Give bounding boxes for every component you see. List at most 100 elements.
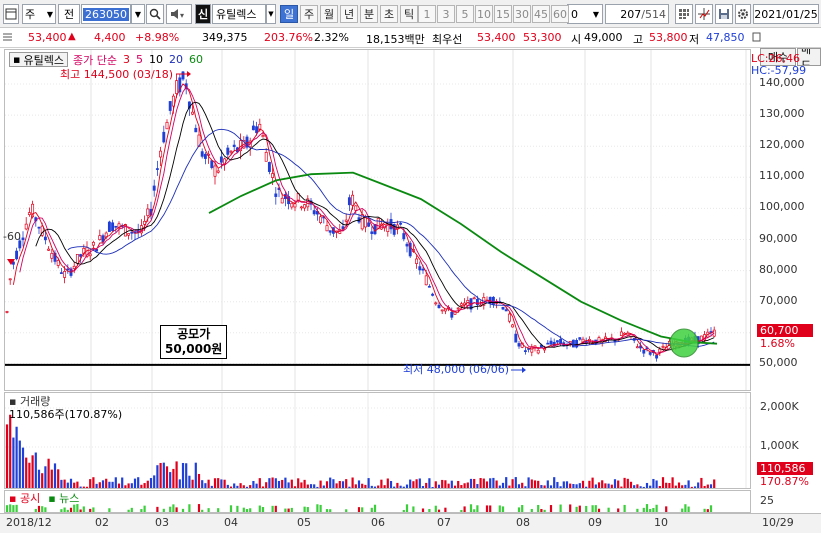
candle-body-173 — [559, 338, 563, 345]
volume-bar-124 — [402, 486, 405, 488]
volume-bar-80 — [261, 486, 265, 488]
volume-bar-43 — [143, 483, 146, 488]
volume-bar-115 — [373, 486, 377, 488]
stock-name-dropdown[interactable]: ▼ — [266, 4, 276, 24]
volume-bar-123 — [399, 485, 402, 488]
volume-bar-132 — [428, 478, 431, 488]
interval-button-5[interactable]: 30 — [513, 5, 531, 23]
candle-body-78 — [255, 126, 259, 134]
market-select[interactable]: 주 ▼ — [22, 4, 56, 24]
candle-body-21 — [72, 265, 76, 269]
price-chart-panel[interactable] — [4, 49, 751, 391]
volume-bar-99 — [322, 485, 325, 488]
interval-button-3[interactable]: 10 — [475, 5, 493, 23]
ma-legend-item-2[interactable]: 10 — [149, 53, 163, 66]
volume: 349,375 — [202, 31, 248, 44]
volume-bar-15 — [53, 463, 57, 488]
volume-bar-90 — [293, 486, 297, 488]
low-note: 최저 48,000 (06/06) — [403, 363, 510, 376]
disclosure-mark-200 — [645, 504, 649, 512]
volume-bar-50 — [165, 466, 169, 488]
x-axis-label-7: 08 — [516, 516, 530, 529]
left-edge-label: -60 — [3, 230, 21, 243]
volume-bar-154 — [498, 485, 501, 488]
period-button-5[interactable]: 초 — [380, 5, 398, 23]
volume-bar-122 — [396, 482, 399, 488]
highlight-circle — [669, 328, 699, 358]
candle-body-199 — [642, 349, 646, 354]
price-tick-0: 140,000 — [759, 76, 805, 89]
candle-body-100 — [325, 225, 329, 232]
ma-legend-item-3[interactable]: 20 — [169, 53, 183, 66]
ma-legend-item-4[interactable]: 60 — [189, 53, 203, 66]
candle-body-160 — [517, 343, 521, 347]
speaker-icon[interactable]: ▾ — [166, 4, 192, 24]
period-button-6[interactable]: 틱 — [400, 5, 418, 23]
volume-bar-167 — [540, 485, 543, 488]
interval-button-7[interactable]: 60 — [551, 5, 569, 23]
candle-body-55 — [181, 71, 185, 80]
interval-button-6[interactable]: 45 — [532, 5, 550, 23]
volume-current-tag: 110,586 — [757, 462, 813, 475]
volume-bar-27 — [92, 477, 95, 488]
interval-button-1[interactable]: 3 — [437, 5, 455, 23]
x-axis-label-1: 02 — [95, 516, 109, 529]
crosshair-icon[interactable] — [695, 4, 713, 24]
interval-button-2[interactable]: 5 — [456, 5, 474, 23]
candle-body-89 — [290, 202, 294, 208]
zero-select[interactable]: 0 ▼ — [567, 4, 603, 24]
quote-menu-icon[interactable] — [3, 31, 13, 46]
code-dropdown-button[interactable]: ▼ — [131, 4, 145, 24]
tab-disclosure[interactable]: ▪ 공시 — [9, 490, 40, 506]
period-button-3[interactable]: 년 — [340, 5, 358, 23]
type-select[interactable]: 전 — [58, 4, 80, 24]
candle-body-58 — [191, 111, 195, 115]
volume-bar-31 — [105, 478, 108, 488]
volume-bar-42 — [140, 484, 143, 488]
gear-icon[interactable] — [735, 4, 751, 24]
disclosure-mark-151 — [489, 505, 492, 512]
disclosure-mark-83 — [271, 505, 274, 512]
search-icon[interactable] — [146, 4, 164, 24]
volume-bar-193 — [623, 477, 626, 488]
news-badge[interactable]: 신 — [195, 4, 211, 24]
disclosure-chart[interactable] — [5, 491, 751, 513]
volume-bar-68 — [223, 479, 226, 488]
volume-bar-104 — [338, 481, 341, 488]
interval-button-0[interactable]: 1 — [418, 5, 436, 23]
grid-icon[interactable] — [675, 4, 693, 24]
period-button-2[interactable]: 월 — [320, 5, 338, 23]
volume-bar-40 — [133, 478, 137, 488]
period-button-0[interactable]: 일 — [280, 5, 298, 23]
candle-body-83 — [271, 173, 275, 178]
volume-bar-35 — [117, 483, 121, 488]
price-chart[interactable] — [5, 50, 751, 391]
candle-body-96 — [312, 210, 316, 215]
volume-bar-181 — [585, 486, 588, 488]
tab-news[interactable]: ▪ 뉴스 — [48, 490, 79, 506]
ma-legend-item-0[interactable]: 3 — [123, 53, 130, 66]
date-field[interactable]: 2021/01/25 — [753, 4, 819, 24]
settings-small-icon[interactable] — [752, 31, 762, 46]
save-icon[interactable] — [715, 4, 733, 24]
volume-bar-0 — [5, 424, 9, 488]
code-input[interactable]: 263050 — [81, 4, 131, 24]
volume-bar-142 — [460, 485, 463, 488]
stock-name-field[interactable]: 유틸렉스 — [212, 4, 266, 24]
volume-bar-28 — [95, 483, 98, 488]
period-button-4[interactable]: 분 — [360, 5, 378, 23]
volume-bar-157 — [508, 485, 511, 488]
volume-bar-25 — [85, 486, 89, 488]
candle-body-93 — [303, 204, 307, 209]
high-label: 고 — [633, 33, 644, 46]
disclosure-panel[interactable] — [4, 490, 751, 513]
page-counter[interactable]: 207 /514 — [605, 4, 669, 24]
disclosure-mark-10 — [37, 505, 41, 512]
ma-line-20 — [67, 128, 715, 347]
ma-legend-item-1[interactable]: 5 — [136, 53, 143, 66]
interval-button-4[interactable]: 15 — [494, 5, 512, 23]
volume-bar-155 — [501, 482, 505, 488]
chart-window-icon[interactable] — [3, 4, 19, 24]
volume-bar-101 — [329, 477, 332, 488]
period-button-1[interactable]: 주 — [300, 5, 318, 23]
